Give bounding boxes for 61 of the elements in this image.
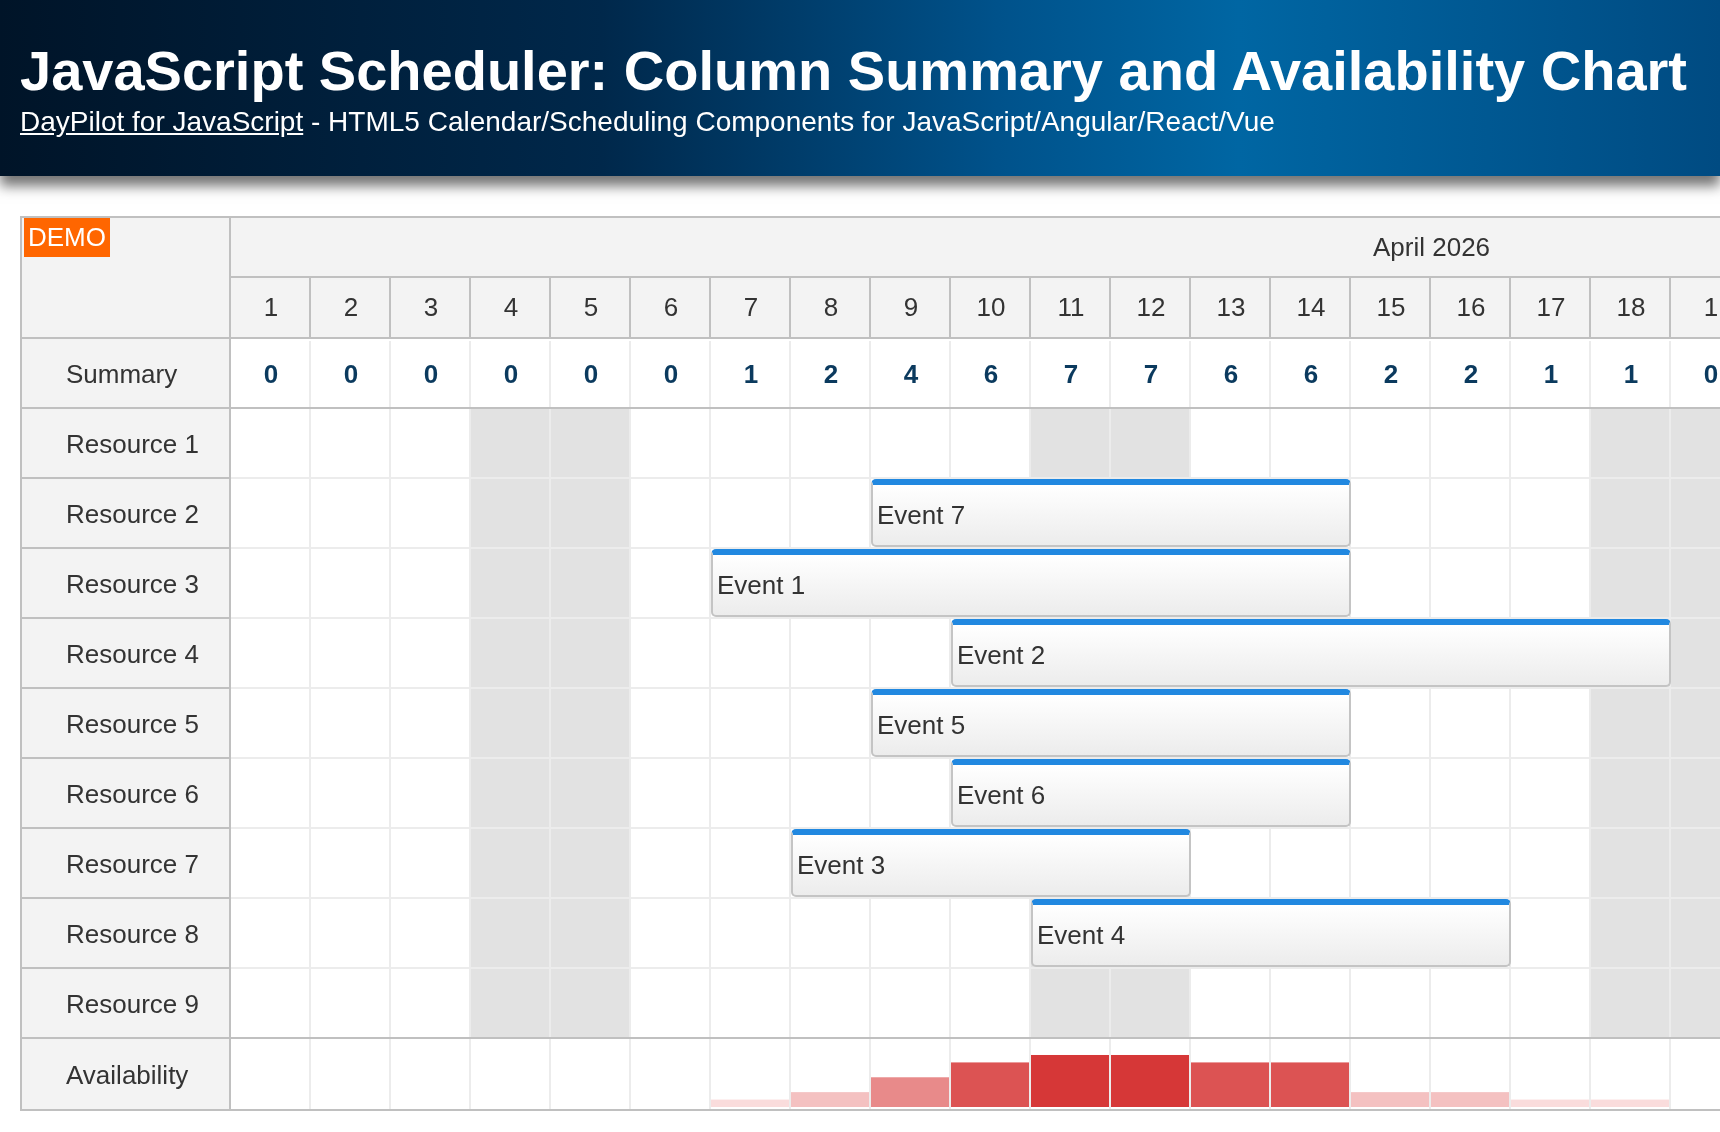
day-number: 7 bbox=[743, 291, 759, 324]
resource-name: Resource 1 bbox=[66, 427, 199, 461]
summary-count: 4 bbox=[903, 357, 919, 391]
day-number: 6 bbox=[663, 291, 679, 324]
daypilot-link[interactable]: DayPilot for JavaScript bbox=[20, 106, 304, 137]
event-bar[interactable]: Event 2 bbox=[951, 619, 1671, 687]
day-number: 1 bbox=[263, 291, 279, 324]
day-number: 11 bbox=[1057, 291, 1085, 324]
day-number: 4 bbox=[503, 291, 519, 324]
summary-count: 6 bbox=[1303, 357, 1319, 391]
summary-count: 1 bbox=[743, 357, 759, 391]
page-title: JavaScript Scheduler: Column Summary and Availability Chart bbox=[20, 39, 1687, 103]
summary-count: 6 bbox=[983, 357, 999, 391]
resource-name: Resource 4 bbox=[66, 637, 199, 671]
day-number: 5 bbox=[583, 291, 599, 324]
summary-count: 0 bbox=[663, 357, 679, 391]
event-bar[interactable]: Event 5 bbox=[871, 689, 1351, 757]
event-bar[interactable]: Event 3 bbox=[791, 829, 1191, 897]
day-number: 15 bbox=[1376, 291, 1406, 324]
month-label: April 2026 bbox=[1373, 230, 1491, 264]
summary-count: 0 bbox=[1703, 357, 1719, 391]
day-number: 13 bbox=[1216, 291, 1246, 324]
day-number: 12 bbox=[1136, 291, 1166, 324]
day-number: 18 bbox=[1616, 291, 1646, 324]
resource-name: Resource 8 bbox=[66, 917, 199, 951]
resource-name: Resource 7 bbox=[66, 847, 199, 881]
day-number: 3 bbox=[423, 291, 439, 324]
subtitle: DayPilot for JavaScript - HTML5 Calendar/Scheduling Components for JavaScript/Angular/React/Vue bbox=[20, 106, 1275, 138]
day-number: 10 bbox=[976, 291, 1006, 324]
day-number: 14 bbox=[1296, 291, 1326, 324]
day-number: 9 bbox=[903, 291, 919, 324]
summary-label: Summary bbox=[66, 357, 178, 391]
summary-count: 2 bbox=[1383, 357, 1399, 391]
summary-count: 6 bbox=[1223, 357, 1239, 391]
summary-count: 1 bbox=[1543, 357, 1559, 391]
event-bar[interactable]: Event 6 bbox=[951, 759, 1351, 827]
resource-name: Resource 3 bbox=[66, 567, 199, 601]
summary-count: 0 bbox=[423, 357, 439, 391]
summary-count: 2 bbox=[1463, 357, 1479, 391]
event-bar[interactable]: Event 1 bbox=[711, 549, 1351, 617]
resource-name: Resource 9 bbox=[66, 987, 199, 1021]
resource-name: Resource 2 bbox=[66, 497, 199, 531]
event-bar[interactable]: Event 7 bbox=[871, 479, 1351, 547]
summary-count: 7 bbox=[1063, 357, 1079, 391]
day-number: 8 bbox=[823, 291, 839, 324]
summary-count: 0 bbox=[263, 357, 279, 391]
summary-count: 0 bbox=[503, 357, 519, 391]
day-number: 16 bbox=[1456, 291, 1486, 324]
availability-label: Availability bbox=[66, 1058, 189, 1092]
day-number: 2 bbox=[343, 291, 359, 324]
resource-name: Resource 6 bbox=[66, 777, 199, 811]
summary-count: 0 bbox=[583, 357, 599, 391]
summary-count: 2 bbox=[823, 357, 839, 391]
summary-count: 0 bbox=[343, 357, 359, 391]
demo-badge: DEMO bbox=[24, 218, 110, 257]
day-number: 17 bbox=[1536, 291, 1566, 324]
resource-name: Resource 5 bbox=[66, 707, 199, 741]
summary-count: 1 bbox=[1623, 357, 1639, 391]
day-number: 1 bbox=[1703, 291, 1719, 324]
event-bar[interactable]: Event 4 bbox=[1031, 899, 1511, 967]
summary-count: 7 bbox=[1143, 357, 1159, 391]
